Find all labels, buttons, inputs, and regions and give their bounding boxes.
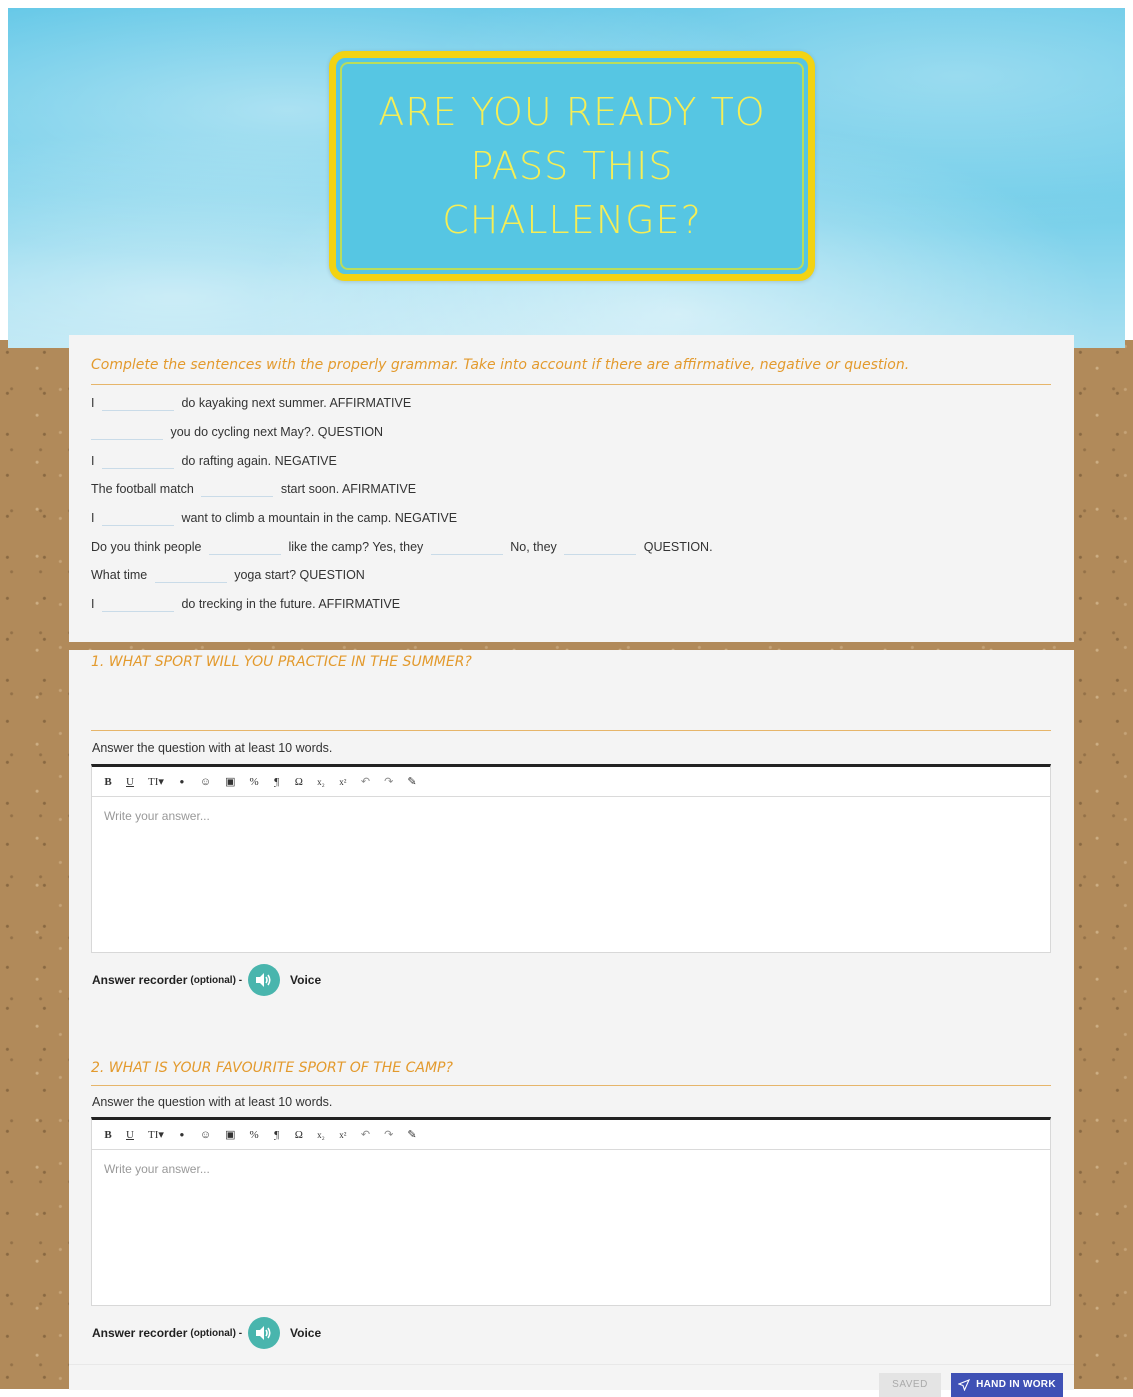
sentence-4: The football match start soon. AFIRMATIV…	[91, 482, 417, 498]
sentence-5: I want to climb a mountain in the camp. …	[91, 511, 458, 527]
speaker-icon	[256, 973, 271, 987]
underline-icon[interactable]: U	[126, 776, 134, 788]
voice-label: Voice	[290, 973, 322, 987]
redo-icon[interactable]: ↷	[384, 1128, 393, 1141]
blank-input[interactable]	[101, 511, 174, 527]
color-drop-icon[interactable]: ●	[178, 1130, 186, 1139]
sentence-6: Do you think people like the camp? Yes, …	[91, 540, 713, 556]
text-size-icon[interactable]: TI▾	[148, 775, 164, 788]
bold-icon[interactable]: B	[104, 776, 112, 788]
title-frame: Are you ready to pass this challenge?	[329, 51, 815, 281]
editor-toolbar: B U TI▾ ● ☺ ▣ % ¶ Ω x₂ x² ↶ ↷ ✎	[92, 767, 1050, 797]
sentence-1: I do kayaking next summer. AFFIRMATIVE	[91, 396, 412, 412]
special-char-icon[interactable]: Ω	[295, 1129, 303, 1141]
eraser-icon[interactable]: ✎	[407, 1128, 416, 1141]
answer-recorder-1: Answer recorder (optional) - Voice	[92, 964, 321, 996]
send-icon	[958, 1379, 971, 1391]
voice-record-button[interactable]	[248, 1317, 281, 1349]
question-1-hint: Answer the question with at least 10 wor…	[92, 741, 333, 755]
special-char-icon[interactable]: Ω	[295, 776, 303, 788]
voice-label: Voice	[290, 1326, 322, 1340]
subscript-icon[interactable]: x₂	[317, 1130, 325, 1140]
link-icon[interactable]: %	[250, 776, 259, 788]
blank-input[interactable]	[564, 540, 637, 556]
eraser-icon[interactable]: ✎	[407, 775, 416, 788]
speaker-icon	[256, 1326, 271, 1340]
sentence-3: I do rafting again. NEGATIVE	[91, 454, 337, 470]
paragraph-icon[interactable]: ¶	[273, 776, 281, 788]
answer-editor-1: B U TI▾ ● ☺ ▣ % ¶ Ω x₂ x² ↶ ↷ ✎ Write yo…	[91, 764, 1051, 953]
exercise-card: Complete the sentences with the properly…	[69, 335, 1074, 642]
color-drop-icon[interactable]: ●	[178, 777, 186, 786]
question-1-title: 1. What sport will you practice in the s…	[91, 654, 472, 670]
blank-input[interactable]	[101, 597, 174, 613]
subscript-icon[interactable]: x₂	[317, 777, 325, 787]
saved-button[interactable]: SAVED	[879, 1373, 941, 1397]
divider	[91, 730, 1051, 731]
image-icon[interactable]: ▣	[225, 775, 235, 788]
blank-input[interactable]	[91, 425, 163, 441]
blank-input[interactable]	[201, 482, 274, 498]
sentence-2: you do cycling next May?. QUESTION	[91, 425, 383, 441]
redo-icon[interactable]: ↷	[384, 775, 393, 788]
question-2-title: 2. What is your favourite sport of the c…	[91, 1060, 453, 1076]
link-icon[interactable]: %	[250, 1129, 259, 1141]
undo-icon[interactable]: ↶	[361, 1128, 370, 1141]
questions-card: 1. What sport will you practice in the s…	[69, 650, 1074, 1397]
sentence-7: What time yoga start? QUESTION	[91, 568, 365, 584]
underline-icon[interactable]: U	[126, 1129, 134, 1141]
emoji-icon[interactable]: ☺	[200, 776, 211, 788]
voice-record-button[interactable]	[248, 964, 281, 996]
blank-input[interactable]	[101, 396, 174, 412]
exercise-instruction: Complete the sentences with the properly…	[91, 357, 910, 373]
editor-toolbar: B U TI▾ ● ☺ ▣ % ¶ Ω x₂ x² ↶ ↷ ✎	[92, 1120, 1050, 1150]
bold-icon[interactable]: B	[104, 1129, 112, 1141]
answer-recorder-2: Answer recorder (optional) - Voice	[92, 1317, 321, 1349]
image-icon[interactable]: ▣	[225, 1128, 235, 1141]
blank-input[interactable]	[101, 454, 174, 470]
text-size-icon[interactable]: TI▾	[148, 1128, 164, 1141]
page-title: Are you ready to pass this challenge?	[378, 90, 766, 242]
paragraph-icon[interactable]: ¶	[273, 1129, 281, 1141]
question-2-hint: Answer the question with at least 10 wor…	[92, 1095, 333, 1109]
hand-in-work-button[interactable]: HAND IN WORK	[951, 1373, 1063, 1397]
undo-icon[interactable]: ↶	[361, 775, 370, 788]
superscript-icon[interactable]: x²	[339, 1130, 347, 1140]
divider	[91, 384, 1051, 385]
divider	[91, 1085, 1051, 1086]
footer-bar: SAVED HAND IN WORK	[69, 1364, 1074, 1397]
sentence-8: I do trecking in the future. AFFIRMATIVE	[91, 597, 401, 613]
blank-input[interactable]	[154, 568, 227, 584]
blank-input[interactable]	[208, 540, 281, 556]
answer-textarea-1[interactable]: Write your answer...	[92, 797, 1050, 952]
blank-input[interactable]	[430, 540, 503, 556]
answer-textarea-2[interactable]: Write your answer...	[92, 1150, 1050, 1305]
answer-editor-2: B U TI▾ ● ☺ ▣ % ¶ Ω x₂ x² ↶ ↷ ✎ Write yo…	[91, 1117, 1051, 1306]
emoji-icon[interactable]: ☺	[200, 1129, 211, 1141]
superscript-icon[interactable]: x²	[339, 777, 347, 787]
